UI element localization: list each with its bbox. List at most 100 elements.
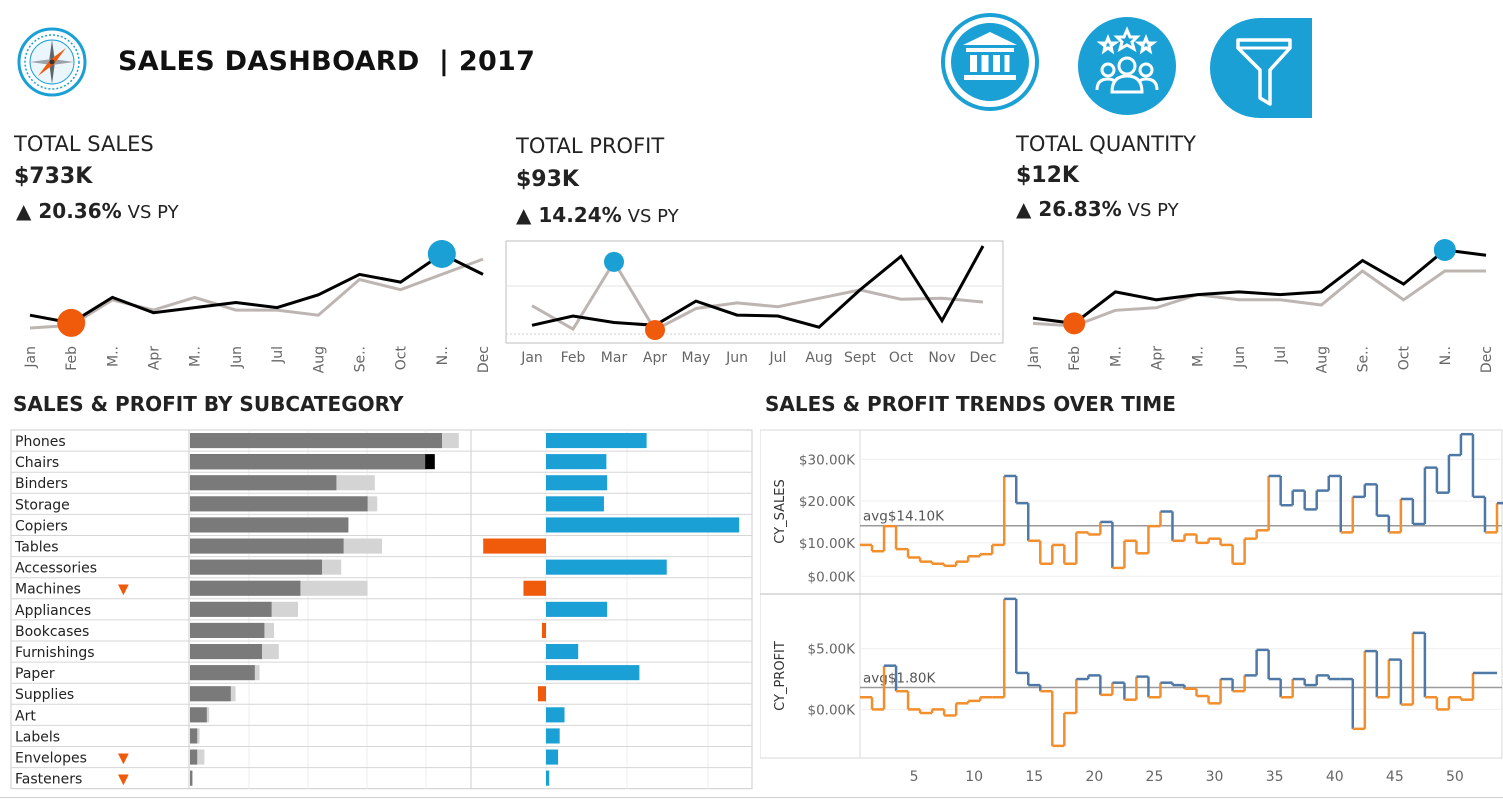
current-year-line — [1032, 248, 1487, 325]
current-year-bar — [190, 580, 301, 596]
month-tick-label: Jul — [1273, 346, 1289, 364]
title-text: SALES DASHBOARD — [118, 46, 420, 77]
profit-bar — [483, 538, 546, 554]
kpi-profit-vs: VS PY — [627, 206, 679, 227]
average-label: avg$1.80K — [863, 671, 936, 687]
subcategory-label: Fasteners — [15, 772, 82, 788]
month-tick-label: Feb — [1067, 346, 1083, 371]
profit-bar — [546, 517, 740, 533]
max-point — [427, 240, 456, 268]
month-tick-label: Sept — [844, 350, 876, 366]
profit-bar — [546, 728, 560, 744]
kpi-quantity-change: ▲ 26.83% VS PY — [1016, 197, 1179, 221]
kpi-sales-vs: VS PY — [127, 202, 179, 223]
bottom-divider — [0, 797, 1503, 798]
sales-sparkline: Jan Feb M.. Apr M.. Jun Jul Aug Se.. Oct N.. Dec — [23, 240, 492, 373]
min-point — [57, 308, 86, 337]
x-tick-label: 50 — [1446, 769, 1464, 785]
kpi-profit-title: TOTAL PROFIT — [516, 134, 665, 158]
current-year-bar — [190, 559, 322, 575]
month-tick-label: Se.. — [352, 346, 368, 372]
current-year-bar — [190, 601, 272, 617]
profit-bar — [546, 454, 607, 470]
filter-button[interactable] — [1210, 18, 1312, 118]
month-tick-label: M.. — [1108, 346, 1124, 367]
subcategory-label: Bookcases — [15, 624, 89, 640]
customers-button[interactable] — [1077, 16, 1177, 116]
profit-bar — [546, 707, 565, 723]
x-tick-label: 45 — [1386, 769, 1404, 785]
month-tick-label: Apr — [1150, 346, 1166, 370]
subcategory-label: Furnishings — [15, 645, 95, 661]
month-tick-label: Nov — [928, 350, 955, 366]
compass-logo — [16, 26, 88, 98]
current-year-bar — [190, 770, 193, 786]
min-point — [645, 320, 665, 340]
month-tick-label: N.. — [1438, 346, 1454, 365]
month-tick-label: Jul — [270, 346, 286, 364]
current-year-bar — [190, 622, 265, 638]
month-tick-label: M.. — [1191, 346, 1207, 367]
dashboard-title: SALES DASHBOARD | 2017 — [118, 46, 535, 77]
sparkline-frame — [505, 240, 1004, 344]
current-year-bar — [190, 475, 337, 491]
month-tick-label: M.. — [105, 346, 121, 367]
month-tick-label: Jun — [229, 346, 245, 369]
month-tick-label: Mar — [601, 350, 628, 366]
min-point — [1063, 312, 1086, 335]
previous-year-line — [29, 257, 484, 330]
max-point — [1433, 239, 1456, 261]
month-tick-label: Aug — [1314, 346, 1330, 373]
profit-bar — [546, 749, 559, 765]
max-point — [604, 251, 624, 272]
month-tick-label: Oct — [394, 346, 410, 371]
x-tick-label: 30 — [1206, 769, 1224, 785]
month-tick-label: Feb — [64, 346, 80, 371]
average-label: avg$14.10K — [863, 509, 945, 525]
kpi-quantity-value: $12K — [1016, 163, 1079, 188]
up-arrow-icon: ▲ — [16, 199, 32, 223]
subcategory-label: Labels — [15, 729, 60, 745]
current-year-bar — [190, 644, 262, 660]
decline-indicator-icon: ▼ — [118, 772, 129, 788]
month-tick-label: Se.. — [1355, 346, 1371, 372]
trends-section-title: SALES & PROFIT TRENDS OVER TIME — [765, 392, 1176, 416]
y-tick-label: $5.00K — [807, 642, 856, 658]
month-tick-label: M.. — [188, 346, 204, 367]
trend-step-chart: $30.00K $20.00K $10.00K $0.00K CY_SALES avg$1… — [760, 429, 1503, 785]
x-tick-label: 10 — [965, 769, 983, 785]
kpi-sales-change: ▲ 20.36% VS PY — [16, 199, 179, 223]
current-year-bar — [190, 538, 344, 554]
subcategory-label: Appliances — [15, 603, 91, 619]
kpi-profit-change: ▲ 14.24% VS PY — [516, 203, 679, 227]
kpi-sales-value: $733K — [14, 164, 93, 189]
title-year: | 2017 — [439, 46, 536, 77]
x-tick-label: 5 — [910, 769, 919, 785]
profit-bar — [546, 644, 579, 660]
x-tick-label: 25 — [1146, 769, 1164, 785]
subcategory-label: Storage — [15, 497, 70, 513]
kpi-sales-title: TOTAL SALES — [14, 132, 154, 156]
month-tick-label: Dec — [476, 346, 492, 373]
y-tick-label: $30.00K — [799, 452, 856, 468]
month-tick-label: May — [682, 350, 711, 366]
current-year-bar — [190, 454, 426, 470]
subcategory-label: Tables — [14, 540, 59, 556]
profit-bar — [546, 559, 667, 575]
bank-button[interactable] — [940, 12, 1040, 112]
y-tick-label: $0.00K — [807, 702, 856, 718]
month-tick-label: Jul — [769, 350, 787, 366]
kpi-sales-pct: 20.36% — [38, 199, 122, 223]
filter-icon — [1210, 18, 1312, 118]
month-tick-label: Jun — [725, 350, 748, 366]
month-tick-label: Jan — [23, 346, 39, 369]
month-tick-label: Aug — [311, 346, 327, 373]
current-year-bar — [190, 749, 198, 765]
customers-icon — [1078, 17, 1176, 115]
subcategory-label: Art — [15, 708, 36, 724]
month-tick-label: Jan — [1026, 346, 1042, 369]
profit-bar — [537, 686, 546, 702]
y-axis-label: CY_SALES — [773, 479, 788, 543]
bank-icon — [941, 13, 1039, 111]
profit-bar — [541, 622, 546, 638]
